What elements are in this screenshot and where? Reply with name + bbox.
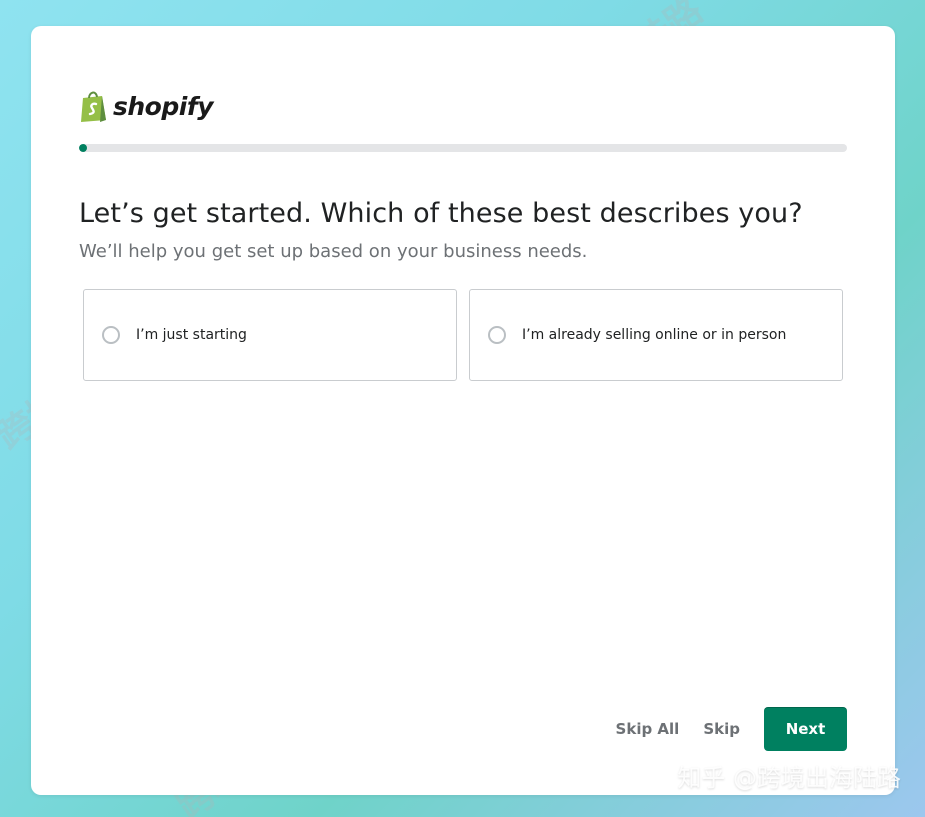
- option-label: I’m already selling online or in person: [522, 327, 787, 343]
- page-subtitle: We’ll help you get set up based on your …: [79, 241, 588, 262]
- option-label: I’m just starting: [136, 327, 247, 343]
- radio-button[interactable]: [102, 326, 120, 344]
- progress-bar: [79, 144, 847, 152]
- shopify-logo: shopify: [79, 88, 214, 124]
- option-already-selling[interactable]: I’m already selling online or in person: [469, 289, 843, 381]
- shopping-bag-icon: [81, 91, 106, 122]
- progress-fill: [79, 144, 87, 152]
- option-just-starting[interactable]: I’m just starting: [83, 289, 457, 381]
- radio-button[interactable]: [488, 326, 506, 344]
- options-group: I’m just starting I’m already selling on…: [83, 289, 843, 381]
- page-title: Let’s get started. Which of these best d…: [79, 198, 803, 229]
- footer-actions: Skip All Skip Next: [604, 707, 847, 751]
- watermark-credit: 知乎 @跨境出海陆路: [677, 764, 901, 792]
- brand-name: shopify: [113, 91, 214, 121]
- onboarding-card: shopify Let’s get started. Which of thes…: [31, 26, 895, 795]
- skip-all-button[interactable]: Skip All: [604, 720, 692, 738]
- next-button[interactable]: Next: [764, 707, 847, 751]
- skip-button[interactable]: Skip: [691, 720, 752, 738]
